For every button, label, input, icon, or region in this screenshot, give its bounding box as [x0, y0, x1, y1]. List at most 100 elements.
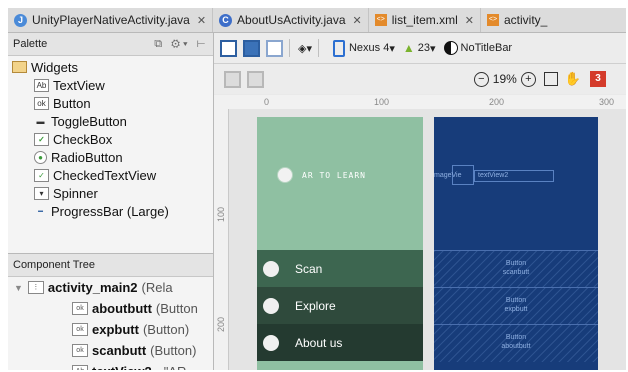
tree-node-type: (Rela	[141, 280, 173, 295]
palette-item-label: CheckBox	[53, 131, 113, 147]
blueprint-textview-label: textView2	[478, 172, 509, 179]
blueprint-scan-button[interactable]: Button scanbutt	[434, 250, 598, 288]
palette-header: Palette ⧉ ⚙▾ ⊢	[8, 33, 213, 56]
editor-tab-bar: J UnityPlayerNativeActivity.java ✕ C Abo…	[8, 8, 626, 33]
tab-about-us-activity[interactable]: C AboutUsActivity.java ✕	[213, 8, 369, 32]
palette-item-textview[interactable]: Ab TextView	[12, 76, 213, 94]
palette-settings-icon[interactable]: ⧉ ⚙▾ ⊢	[154, 38, 208, 51]
close-icon[interactable]: ✕	[353, 14, 362, 27]
app-title-text: AR TO LEARN	[302, 170, 366, 180]
scan-button[interactable]: Scan	[257, 250, 423, 287]
layout-grid-icon[interactable]	[224, 70, 241, 88]
tab-unity-player-native-activity[interactable]: J UnityPlayerNativeActivity.java ✕	[8, 8, 214, 32]
close-icon[interactable]: ✕	[465, 14, 474, 27]
button-icon: ok	[72, 344, 88, 357]
checkbox-icon: ✓	[34, 132, 49, 146]
blueprint-button-type: Button	[505, 297, 527, 304]
theme-icon	[443, 41, 458, 55]
layout-icon: ⋮	[27, 281, 44, 294]
theme-label: NoTitleBar	[460, 42, 513, 54]
tree-node-type: (Button	[155, 301, 198, 316]
tree-node-type: (Button)	[142, 322, 190, 337]
design-preview[interactable]: AR TO LEARN Scan Explore About us	[257, 117, 423, 370]
palette-title: Palette	[13, 38, 48, 50]
blueprint-button-type: Button	[505, 334, 527, 341]
component-tree-header: Component Tree	[8, 254, 213, 277]
zoom-controls: − 19% + ✋ 3	[470, 71, 626, 87]
explore-button-label: Explore	[295, 298, 336, 313]
zoom-toolbar: − 19% + ✋ 3	[214, 64, 626, 94]
zoom-out-icon[interactable]: −	[473, 71, 489, 87]
blueprint-imageview-label: mageVie	[434, 172, 462, 179]
tab-activity-xml[interactable]: <> activity_	[481, 8, 553, 32]
button-icon: ok	[34, 96, 49, 110]
tree-node-expbutt[interactable]: ok expbutt (Button)	[8, 319, 213, 340]
palette-item-checkbox[interactable]: ✓ CheckBox	[12, 130, 213, 148]
palette-item-label: Spinner	[53, 185, 98, 201]
app-title[interactable]: AR TO LEARN	[277, 167, 366, 183]
tree-node-root[interactable]: ▼ ⋮ activity_main2 (Rela	[8, 277, 213, 298]
palette-item-spinner[interactable]: ▾ Spinner	[12, 184, 213, 202]
tab-label: list_item.xml	[391, 13, 458, 27]
tree-node-name: expbutt	[92, 322, 139, 337]
palette-item-checkedtextview[interactable]: ✓ CheckedTextView	[12, 166, 213, 184]
error-count-badge[interactable]: 3	[590, 71, 606, 87]
ruler-mark: 200	[489, 97, 505, 107]
api-level-selector[interactable]: ▲ 23 ▾	[403, 41, 436, 55]
explore-button[interactable]: Explore	[257, 287, 423, 324]
ruler-mark: 100	[374, 97, 390, 107]
palette-item-togglebutton[interactable]: ▬ ToggleButton	[12, 112, 213, 130]
textview-icon: Ab	[72, 365, 88, 370]
tab-label: activity_	[504, 13, 548, 27]
zoom-fit-icon[interactable]	[543, 72, 558, 86]
palette-item-label: Button	[53, 95, 91, 111]
zoom-level: 19%	[492, 72, 517, 86]
zoom-in-icon[interactable]: +	[520, 71, 536, 87]
blueprint-explore-button[interactable]: Button expbutt	[434, 287, 598, 325]
device-selector[interactable]: Nexus 4 ▾	[332, 39, 395, 57]
theme-selector[interactable]: NoTitleBar	[443, 41, 513, 55]
blueprint-about-button[interactable]: Button aboutbutt	[434, 324, 598, 362]
palette-group-widgets[interactable]: Widgets	[12, 58, 213, 76]
progressbar-icon: ━	[38, 206, 43, 216]
palette-item-progressbar-large[interactable]: ━ ProgressBar (Large)	[12, 202, 213, 220]
tab-list-item-xml[interactable]: <> list_item.xml ✕	[369, 8, 481, 32]
class-icon: C	[219, 13, 233, 27]
tree-node-scanbutt[interactable]: ok scanbutt (Button)	[8, 340, 213, 361]
both-views-icon[interactable]	[266, 39, 283, 57]
tree-node-textview2[interactable]: Ab textView2 - "AR	[8, 361, 213, 370]
radio-icon: ●	[34, 150, 47, 164]
palette-item-label: RadioButton	[51, 149, 123, 165]
tree-node-aboutbutt[interactable]: ok aboutbutt (Button	[8, 298, 213, 319]
palette-item-label: TextView	[53, 77, 105, 93]
textview-icon: Ab	[34, 78, 49, 92]
design-view-icon[interactable]	[220, 39, 237, 57]
expand-triangle-icon[interactable]: ▼	[14, 283, 23, 293]
blueprint-button-id: aboutbutt	[501, 343, 531, 350]
explore-icon	[263, 297, 279, 314]
about-us-button[interactable]: About us	[257, 324, 423, 361]
tree-node-name: textView2	[92, 364, 152, 370]
ruler-mark: 0	[264, 97, 270, 107]
button-icon: ok	[72, 302, 88, 315]
about-us-button-label: About us	[295, 335, 343, 350]
app-logo-icon	[277, 167, 293, 183]
orientation-button[interactable]: ◈▾	[298, 42, 312, 55]
blueprint-view-icon[interactable]	[243, 39, 260, 57]
palette-item-radiobutton[interactable]: ● RadioButton	[12, 148, 213, 166]
blueprint-preview[interactable]: mageVie textView2 Button scanbutt Button…	[434, 117, 598, 370]
horizontal-ruler: 0 100 200 300	[214, 95, 626, 110]
tree-node-type: - "AR	[156, 364, 187, 370]
vertical-ruler: 100 200	[214, 109, 229, 370]
tab-label: UnityPlayerNativeActivity.java	[32, 13, 190, 27]
tab-label: AboutUsActivity.java	[237, 13, 346, 27]
palette-item-button[interactable]: ok Button	[12, 94, 213, 112]
toggle-icon: ▬	[36, 116, 45, 126]
close-icon[interactable]: ✕	[197, 14, 206, 27]
phone-icon	[332, 39, 345, 57]
button-icon: ok	[72, 323, 88, 336]
component-tree-panel: Component Tree ▼ ⋮ activity_main2 (Rela …	[8, 253, 214, 370]
pan-hand-icon[interactable]: ✋	[565, 71, 581, 87]
blueprint-button-id: expbutt	[504, 306, 528, 313]
layout-split-icon[interactable]	[247, 70, 264, 88]
